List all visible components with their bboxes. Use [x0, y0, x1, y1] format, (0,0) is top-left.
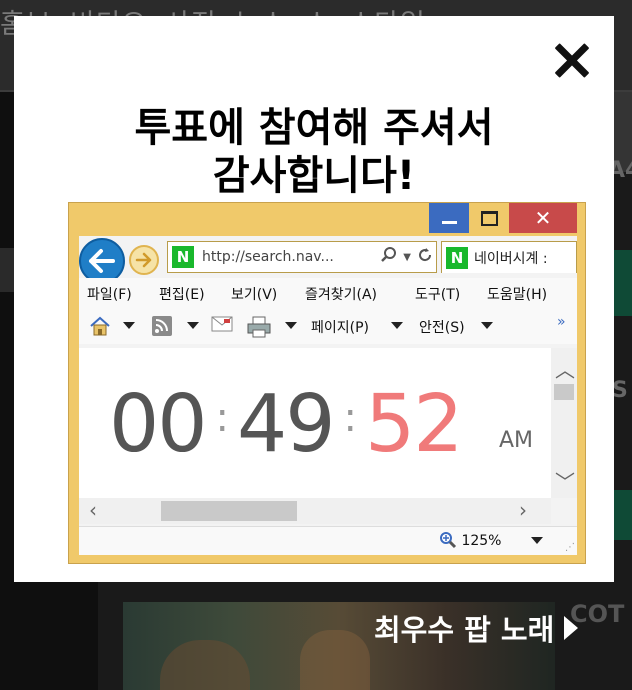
background-photo-figure [300, 630, 370, 690]
address-url[interactable]: http://search.nav... [202, 249, 378, 265]
print-icon[interactable] [247, 316, 271, 342]
browser-screenshot: ✕ N http://search.nav... ▼ N 네이버시계: 파일(… [68, 202, 586, 564]
scroll-down-icon[interactable]: ﹀ [555, 466, 575, 495]
zoom-dropdown-icon[interactable] [531, 537, 543, 544]
clock-ampm: AM [499, 428, 534, 453]
best-song-link[interactable]: 최우수 팝 노래 [374, 607, 579, 649]
forward-button[interactable] [129, 245, 159, 275]
zoom-level: 125% [461, 533, 502, 549]
tab-title: 네이버시계 : [474, 250, 548, 267]
status-bar: 125% ⋰ [79, 526, 577, 555]
clock-hours: 00 [109, 378, 208, 470]
dropdown-caret-icon[interactable]: ▼ [403, 252, 411, 263]
scroll-left-icon[interactable]: ‹ [89, 498, 97, 522]
rss-feed-icon[interactable] [151, 316, 173, 340]
menu-bar: 파일(F) 편집(E) 보기(V) 즐겨찾기(A) 도구(T) 도움말(H) [79, 278, 577, 308]
clock-minutes: 49 [237, 378, 336, 470]
background-right-text: S [612, 378, 628, 403]
safety-menu[interactable]: 안전(S) [419, 317, 465, 337]
horizontal-scroll-thumb[interactable] [161, 501, 297, 521]
naver-logo-icon: N [172, 246, 194, 268]
scroll-right-icon[interactable]: › [519, 498, 527, 522]
browser-body: N http://search.nav... ▼ N 네이버시계 : 파일(F)… [79, 236, 577, 555]
back-arrow-icon [89, 249, 115, 273]
naver-logo-icon: N [446, 246, 468, 269]
clock-separator: : [343, 395, 358, 441]
menu-file[interactable]: 파일(F) [87, 284, 132, 304]
digital-clock: 00:49:52 [109, 378, 464, 470]
vertical-scroll-thumb[interactable] [554, 384, 574, 400]
vertical-scrollbar[interactable]: ︿ ﹀ [551, 348, 577, 498]
search-icon[interactable] [381, 247, 397, 267]
menu-favorites[interactable]: 즐겨찾기(A) [305, 284, 377, 304]
modal-title-line: 감사합니다! [212, 153, 416, 199]
safety-dropdown-icon[interactable] [481, 322, 493, 329]
print-dropdown-icon[interactable] [285, 322, 297, 329]
home-icon[interactable] [89, 316, 111, 340]
clock-seconds: 52 [365, 378, 464, 470]
close-icon[interactable] [554, 42, 590, 78]
zoom-icon [440, 532, 457, 549]
zoom-control[interactable]: 125% [439, 531, 501, 549]
scroll-up-icon[interactable]: ︿ [555, 354, 575, 383]
command-bar: 페이지(P) 안전(S) » [79, 308, 577, 344]
menu-edit[interactable]: 편집(E) [159, 284, 205, 304]
home-dropdown-icon[interactable] [123, 322, 135, 329]
menu-help[interactable]: 도움말(H) [487, 284, 547, 304]
forward-arrow-icon [135, 252, 152, 268]
best-song-label: 최우수 팝 노래 [374, 613, 555, 647]
vote-thanks-modal: 투표에 참여해 주셔서 감사합니다! ✕ N http://search.nav… [14, 16, 614, 582]
play-arrow-icon [564, 616, 579, 640]
address-bar[interactable]: N http://search.nav... ▼ [167, 241, 437, 273]
page-menu[interactable]: 페이지(P) [311, 317, 369, 337]
refresh-icon[interactable] [417, 247, 433, 267]
browser-tab[interactable]: N 네이버시계 : [441, 241, 577, 273]
page-content: 00:49:52 AM [79, 348, 551, 498]
more-chevron-icon[interactable]: » [557, 314, 566, 330]
menu-view[interactable]: 보기(V) [231, 284, 277, 304]
mail-icon[interactable] [211, 316, 233, 336]
modal-title-line: 투표에 참여해 주셔서 [134, 105, 494, 151]
maximize-icon[interactable] [469, 203, 509, 233]
window-close-button[interactable]: ✕ [509, 203, 577, 233]
page-dropdown-icon[interactable] [391, 322, 403, 329]
menu-tools[interactable]: 도구(T) [415, 284, 460, 304]
minimize-icon[interactable] [429, 203, 469, 233]
horizontal-scrollbar[interactable]: ‹ › [79, 498, 551, 524]
clock-separator: : [215, 395, 230, 441]
resize-grip-icon[interactable]: ⋰ [565, 542, 575, 553]
feed-dropdown-icon[interactable] [187, 322, 199, 329]
modal-title: 투표에 참여해 주셔서 감사합니다! [14, 104, 614, 200]
